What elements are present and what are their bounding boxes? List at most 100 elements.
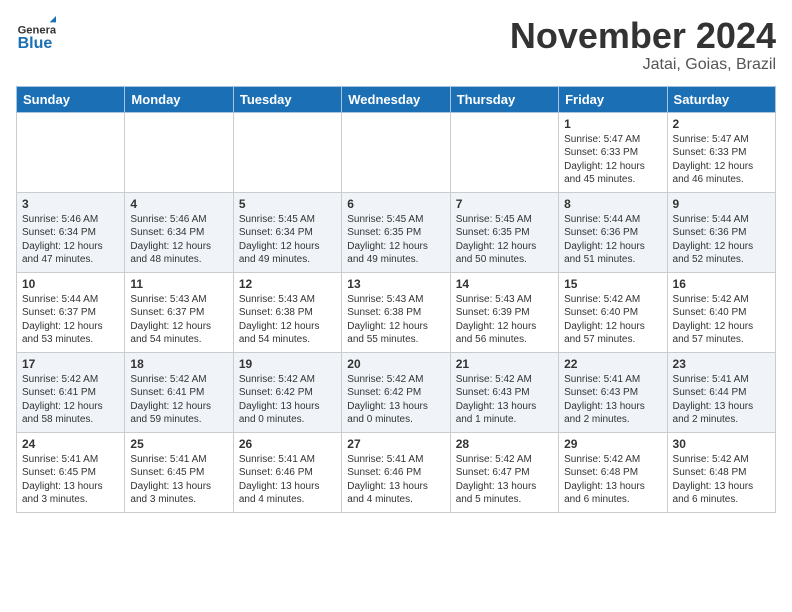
calendar-cell: 5 Sunrise: 5:45 AM Sunset: 6:34 PM Daylig… bbox=[233, 192, 341, 272]
day-info: Sunrise: 5:42 AM Sunset: 6:48 PM Dayligh… bbox=[564, 453, 661, 507]
day-of-week-header: Monday bbox=[125, 86, 233, 112]
logo-icon: General Blue bbox=[16, 16, 56, 56]
calendar-cell: 12 Sunrise: 5:43 AM Sunset: 6:38 PM Dayli… bbox=[233, 272, 341, 352]
calendar-cell bbox=[17, 112, 125, 192]
day-number: 2 bbox=[673, 117, 770, 131]
day-number: 18 bbox=[130, 357, 227, 371]
day-info: Sunrise: 5:42 AM Sunset: 6:43 PM Dayligh… bbox=[456, 373, 553, 427]
day-info: Sunrise: 5:45 AM Sunset: 6:35 PM Dayligh… bbox=[347, 213, 444, 267]
day-number: 17 bbox=[22, 357, 119, 371]
day-number: 26 bbox=[239, 437, 336, 451]
day-info: Sunrise: 5:41 AM Sunset: 6:46 PM Dayligh… bbox=[239, 453, 336, 507]
day-info: Sunrise: 5:42 AM Sunset: 6:42 PM Dayligh… bbox=[347, 373, 444, 427]
day-number: 30 bbox=[673, 437, 770, 451]
calendar-cell: 20Sunrise: 5:42 AM Sunset: 6:42 PM Dayli… bbox=[342, 352, 450, 432]
day-info: Sunrise: 5:47 AM Sunset: 6:33 PM Dayligh… bbox=[673, 133, 770, 187]
calendar-cell: 21 Sunrise: 5:42 AM Sunset: 6:43 PM Dayli… bbox=[450, 352, 558, 432]
calendar-cell: 16 Sunrise: 5:42 AM Sunset: 6:40 PM Dayli… bbox=[667, 272, 775, 352]
day-number: 12 bbox=[239, 277, 336, 291]
day-number: 28 bbox=[456, 437, 553, 451]
logo: General Blue bbox=[16, 16, 60, 56]
day-number: 16 bbox=[673, 277, 770, 291]
day-of-week-header: Wednesday bbox=[342, 86, 450, 112]
calendar-cell bbox=[233, 112, 341, 192]
calendar-cell: 8 Sunrise: 5:44 AM Sunset: 6:36 PM Daylig… bbox=[559, 192, 667, 272]
calendar-cell: 15Sunrise: 5:42 AM Sunset: 6:40 PM Dayli… bbox=[559, 272, 667, 352]
day-number: 24 bbox=[22, 437, 119, 451]
title-block: November 2024 Jatai, Goias, Brazil bbox=[510, 16, 776, 74]
day-info: Sunrise: 5:47 AM Sunset: 6:33 PM Dayligh… bbox=[564, 133, 661, 187]
location: Jatai, Goias, Brazil bbox=[510, 56, 776, 74]
calendar-cell: 28 Sunrise: 5:42 AM Sunset: 6:47 PM Dayli… bbox=[450, 432, 558, 512]
day-info: Sunrise: 5:43 AM Sunset: 6:38 PM Dayligh… bbox=[347, 293, 444, 347]
day-info: Sunrise: 5:44 AM Sunset: 6:36 PM Dayligh… bbox=[673, 213, 770, 267]
day-number: 15 bbox=[564, 277, 661, 291]
day-number: 5 bbox=[239, 197, 336, 211]
day-info: Sunrise: 5:42 AM Sunset: 6:41 PM Dayligh… bbox=[130, 373, 227, 427]
day-info: Sunrise: 5:44 AM Sunset: 6:37 PM Dayligh… bbox=[22, 293, 119, 347]
day-info: Sunrise: 5:43 AM Sunset: 6:39 PM Dayligh… bbox=[456, 293, 553, 347]
calendar-cell: 24 Sunrise: 5:41 AM Sunset: 6:45 PM Dayli… bbox=[17, 432, 125, 512]
day-info: Sunrise: 5:42 AM Sunset: 6:47 PM Dayligh… bbox=[456, 453, 553, 507]
calendar-cell: 3 Sunrise: 5:46 AM Sunset: 6:34 PM Daylig… bbox=[17, 192, 125, 272]
day-info: Sunrise: 5:45 AM Sunset: 6:35 PM Dayligh… bbox=[456, 213, 553, 267]
calendar-cell: 18 Sunrise: 5:42 AM Sunset: 6:41 PM Dayli… bbox=[125, 352, 233, 432]
calendar-table: SundayMondayTuesdayWednesdayThursdayFrid… bbox=[16, 86, 776, 513]
day-number: 6 bbox=[347, 197, 444, 211]
calendar-cell: 2 Sunrise: 5:47 AM Sunset: 6:33 PM Daylig… bbox=[667, 112, 775, 192]
day-info: Sunrise: 5:42 AM Sunset: 6:48 PM Dayligh… bbox=[673, 453, 770, 507]
calendar-cell: 6 Sunrise: 5:45 AM Sunset: 6:35 PM Daylig… bbox=[342, 192, 450, 272]
day-info: Sunrise: 5:43 AM Sunset: 6:38 PM Dayligh… bbox=[239, 293, 336, 347]
calendar-cell bbox=[125, 112, 233, 192]
day-of-week-header: Thursday bbox=[450, 86, 558, 112]
day-number: 29 bbox=[564, 437, 661, 451]
calendar-cell: 19 Sunrise: 5:42 AM Sunset: 6:42 PM Dayli… bbox=[233, 352, 341, 432]
day-info: Sunrise: 5:44 AM Sunset: 6:36 PM Dayligh… bbox=[564, 213, 661, 267]
day-info: Sunrise: 5:46 AM Sunset: 6:34 PM Dayligh… bbox=[130, 213, 227, 267]
calendar-cell: 22Sunrise: 5:41 AM Sunset: 6:43 PM Dayli… bbox=[559, 352, 667, 432]
day-info: Sunrise: 5:41 AM Sunset: 6:44 PM Dayligh… bbox=[673, 373, 770, 427]
day-of-week-header: Sunday bbox=[17, 86, 125, 112]
calendar-cell: 29 Sunrise: 5:42 AM Sunset: 6:48 PM Dayli… bbox=[559, 432, 667, 512]
day-number: 4 bbox=[130, 197, 227, 211]
calendar-cell: 17 Sunrise: 5:42 AM Sunset: 6:41 PM Dayli… bbox=[17, 352, 125, 432]
day-number: 23 bbox=[673, 357, 770, 371]
day-number: 25 bbox=[130, 437, 227, 451]
calendar-cell: 13 Sunrise: 5:43 AM Sunset: 6:38 PM Dayli… bbox=[342, 272, 450, 352]
day-info: Sunrise: 5:45 AM Sunset: 6:34 PM Dayligh… bbox=[239, 213, 336, 267]
day-number: 7 bbox=[456, 197, 553, 211]
day-info: Sunrise: 5:46 AM Sunset: 6:34 PM Dayligh… bbox=[22, 213, 119, 267]
day-info: Sunrise: 5:41 AM Sunset: 6:45 PM Dayligh… bbox=[130, 453, 227, 507]
page-header: General Blue November 2024 Jatai, Goias,… bbox=[16, 16, 776, 74]
day-number: 27 bbox=[347, 437, 444, 451]
day-info: Sunrise: 5:42 AM Sunset: 6:41 PM Dayligh… bbox=[22, 373, 119, 427]
calendar-cell bbox=[450, 112, 558, 192]
day-number: 19 bbox=[239, 357, 336, 371]
calendar-cell: 14 Sunrise: 5:43 AM Sunset: 6:39 PM Dayli… bbox=[450, 272, 558, 352]
calendar-cell: 10Sunrise: 5:44 AM Sunset: 6:37 PM Dayli… bbox=[17, 272, 125, 352]
day-of-week-header: Tuesday bbox=[233, 86, 341, 112]
day-number: 9 bbox=[673, 197, 770, 211]
day-info: Sunrise: 5:41 AM Sunset: 6:43 PM Dayligh… bbox=[564, 373, 661, 427]
calendar-cell: 23 Sunrise: 5:41 AM Sunset: 6:44 PM Dayli… bbox=[667, 352, 775, 432]
month-title: November 2024 bbox=[510, 16, 776, 56]
day-number: 3 bbox=[22, 197, 119, 211]
day-of-week-header: Saturday bbox=[667, 86, 775, 112]
day-info: Sunrise: 5:41 AM Sunset: 6:45 PM Dayligh… bbox=[22, 453, 119, 507]
day-info: Sunrise: 5:41 AM Sunset: 6:46 PM Dayligh… bbox=[347, 453, 444, 507]
day-number: 8 bbox=[564, 197, 661, 211]
day-number: 13 bbox=[347, 277, 444, 291]
day-number: 21 bbox=[456, 357, 553, 371]
calendar-cell: 4 Sunrise: 5:46 AM Sunset: 6:34 PM Daylig… bbox=[125, 192, 233, 272]
day-info: Sunrise: 5:43 AM Sunset: 6:37 PM Dayligh… bbox=[130, 293, 227, 347]
svg-text:Blue: Blue bbox=[18, 35, 53, 52]
day-info: Sunrise: 5:42 AM Sunset: 6:42 PM Dayligh… bbox=[239, 373, 336, 427]
calendar-cell: 26 Sunrise: 5:41 AM Sunset: 6:46 PM Dayli… bbox=[233, 432, 341, 512]
calendar-cell: 25 Sunrise: 5:41 AM Sunset: 6:45 PM Dayli… bbox=[125, 432, 233, 512]
calendar-cell bbox=[342, 112, 450, 192]
day-number: 14 bbox=[456, 277, 553, 291]
day-info: Sunrise: 5:42 AM Sunset: 6:40 PM Dayligh… bbox=[673, 293, 770, 347]
calendar-cell: 9 Sunrise: 5:44 AM Sunset: 6:36 PM Daylig… bbox=[667, 192, 775, 272]
calendar-cell: 30 Sunrise: 5:42 AM Sunset: 6:48 PM Dayli… bbox=[667, 432, 775, 512]
day-number: 1 bbox=[564, 117, 661, 131]
